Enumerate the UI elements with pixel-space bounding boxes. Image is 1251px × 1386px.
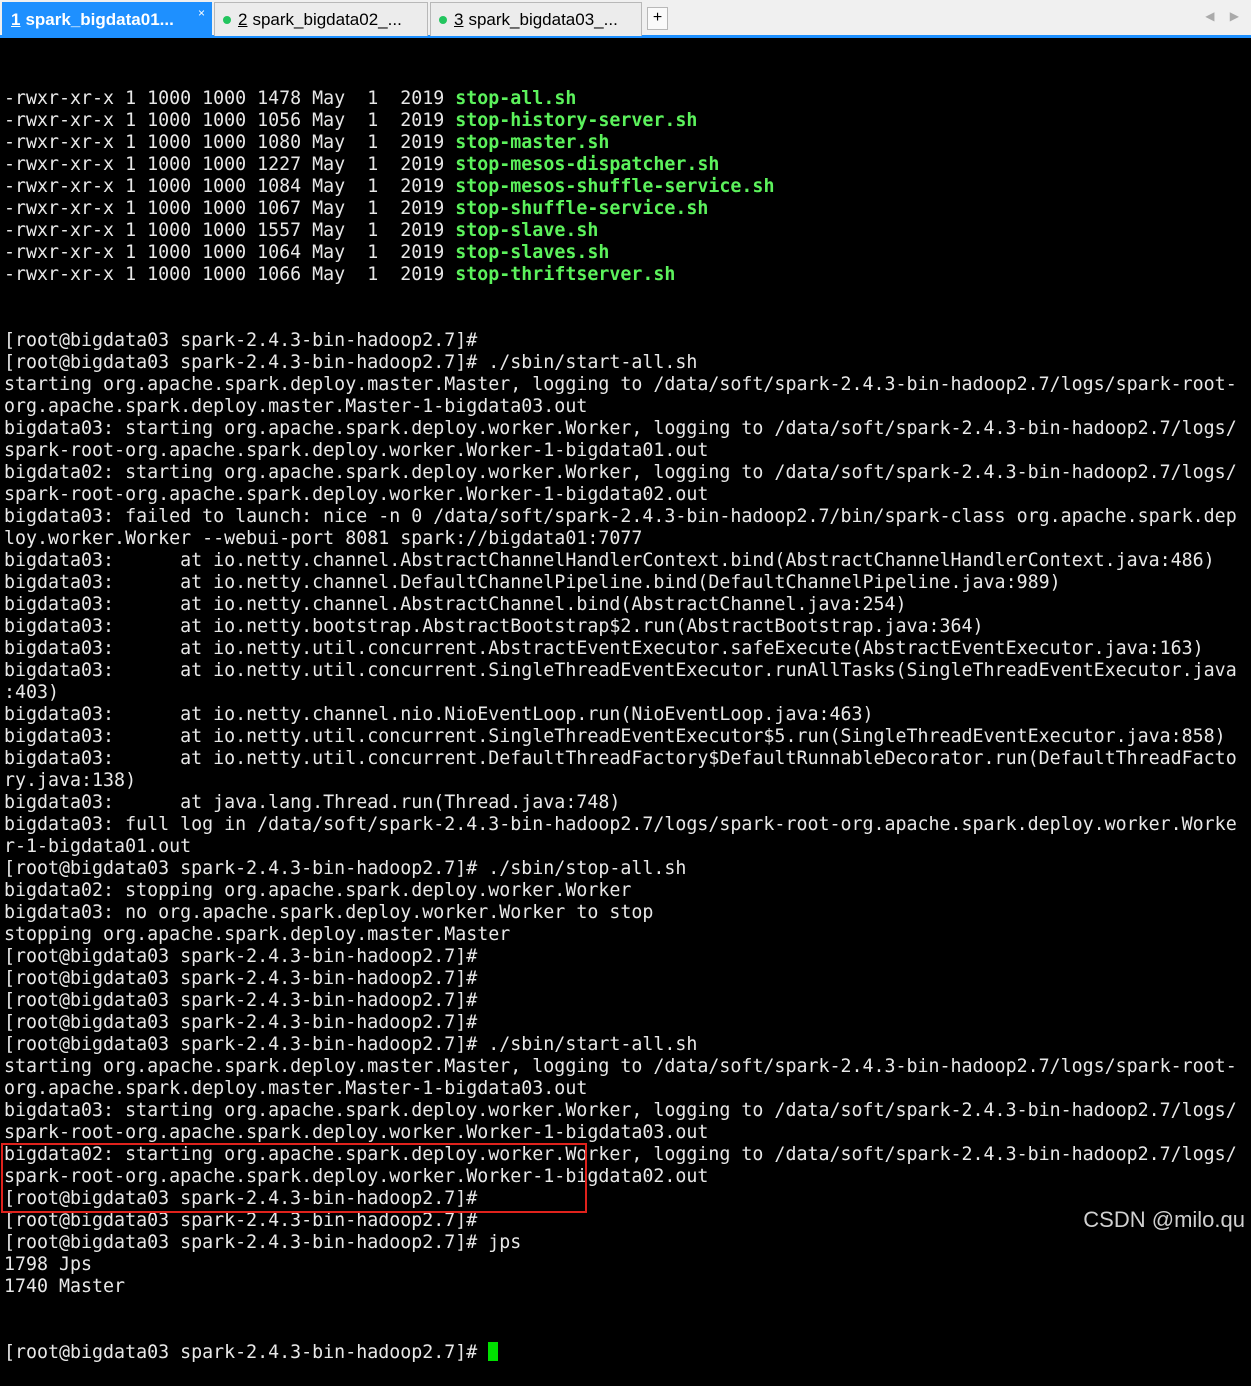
terminal-line: bigdata03: at io.netty.channel.nio.NioEv… [4, 704, 874, 725]
tab-label: spark_bigdata02_... [252, 9, 402, 29]
terminal-line: bigdata03: at io.netty.bootstrap.Abstrac… [4, 616, 984, 637]
terminal-line: bigdata03: at io.netty.channel.AbstractC… [4, 594, 907, 615]
terminal-line: [root@bigdata03 spark-2.4.3-bin-hadoop2.… [4, 330, 478, 351]
text-cursor [488, 1342, 499, 1361]
file-listing-row: -rwxr-xr-x 1 1000 1000 1478 May 1 2019 s… [0, 88, 1251, 110]
file-attributes: -rwxr-xr-x 1 1000 1000 1557 May 1 2019 [4, 220, 456, 241]
file-listing: -rwxr-xr-x 1 1000 1000 1478 May 1 2019 s… [0, 88, 1251, 286]
tab-label: spark_bigdata01... [25, 9, 174, 29]
terminal-line: bigdata03: at io.netty.util.concurrent.S… [4, 726, 1226, 747]
terminal-line: stopping org.apache.spark.deploy.master.… [4, 924, 511, 945]
tab-scroll-arrows-icon[interactable]: ◀ ▶ [1205, 9, 1245, 23]
terminal-line: bigdata02: starting org.apache.spark.dep… [4, 462, 1237, 483]
terminal-line: bigdata03: starting org.apache.spark.dep… [4, 1100, 1237, 1121]
tab-session-1[interactable]: 1 spark_bigdata01... × [2, 2, 212, 36]
terminal-line: 1740 Master [4, 1276, 126, 1297]
terminal-line: starting org.apache.spark.deploy.master.… [4, 374, 1237, 395]
terminal-line: [root@bigdata03 spark-2.4.3-bin-hadoop2.… [4, 1232, 522, 1253]
terminal-line: r-1-bigdata01.out [4, 836, 192, 857]
file-listing-row: -rwxr-xr-x 1 1000 1000 1067 May 1 2019 s… [0, 198, 1251, 220]
terminal-line: bigdata03: at io.netty.channel.DefaultCh… [4, 572, 1061, 593]
terminal-line: starting org.apache.spark.deploy.master.… [4, 1056, 1237, 1077]
file-attributes: -rwxr-xr-x 1 1000 1000 1227 May 1 2019 [4, 154, 456, 175]
file-attributes: -rwxr-xr-x 1 1000 1000 1080 May 1 2019 [4, 132, 456, 153]
file-attributes: -rwxr-xr-x 1 1000 1000 1084 May 1 2019 [4, 176, 456, 197]
terminal-line: 1798 Jps [4, 1254, 93, 1275]
terminal-line: loy.worker.Worker --webui-port 8081 spar… [4, 528, 643, 549]
terminal-line: bigdata03: full log in /data/soft/spark-… [4, 814, 1237, 835]
tab-number: 2 [238, 9, 248, 29]
tab-number: 1 [11, 9, 21, 29]
terminal-line: [root@bigdata03 spark-2.4.3-bin-hadoop2.… [4, 1210, 478, 1231]
terminal-line: bigdata03: failed to launch: nice -n 0 /… [4, 506, 1237, 527]
terminal-line: bigdata03: at io.netty.util.concurrent.A… [4, 638, 1204, 659]
file-listing-row: -rwxr-xr-x 1 1000 1000 1557 May 1 2019 s… [0, 220, 1251, 242]
terminal-line: [root@bigdata03 spark-2.4.3-bin-hadoop2.… [4, 352, 698, 373]
connected-status-icon [223, 15, 231, 24]
executable-filename: stop-mesos-dispatcher.sh [455, 154, 720, 175]
terminal-line: spark-root-org.apache.spark.deploy.worke… [4, 1122, 709, 1143]
annotation-highlight-box [1, 1143, 587, 1213]
executable-filename: stop-all.sh [455, 88, 577, 109]
watermark: CSDN @milo.qu [1083, 1207, 1245, 1232]
executable-filename: stop-mesos-shuffle-service.sh [455, 176, 775, 197]
tab-label: spark_bigdata03_... [468, 9, 618, 29]
file-attributes: -rwxr-xr-x 1 1000 1000 1478 May 1 2019 [4, 88, 456, 109]
connected-status-icon [439, 15, 447, 24]
add-tab-button[interactable]: + [647, 7, 668, 30]
tab-bar: 1 spark_bigdata01... × 2 spark_bigdata02… [0, 0, 1251, 38]
terminal-line: org.apache.spark.deploy.master.Master-1-… [4, 396, 588, 417]
file-listing-row: -rwxr-xr-x 1 1000 1000 1080 May 1 2019 s… [0, 132, 1251, 154]
terminal-line: [root@bigdata03 spark-2.4.3-bin-hadoop2.… [4, 1034, 698, 1055]
terminal-line: bigdata03: at io.netty.util.concurrent.D… [4, 748, 1237, 769]
executable-filename: stop-history-server.sh [455, 110, 698, 131]
file-attributes: -rwxr-xr-x 1 1000 1000 1066 May 1 2019 [4, 264, 456, 285]
executable-filename: stop-master.sh [455, 132, 610, 153]
terminal-line: [root@bigdata03 spark-2.4.3-bin-hadoop2.… [4, 946, 478, 967]
terminal-line: :403) [4, 682, 60, 703]
terminal-line: bigdata03: at io.netty.util.concurrent.S… [4, 660, 1237, 681]
terminal-line: bigdata03: starting org.apache.spark.dep… [4, 418, 1237, 439]
terminal-line: [root@bigdata03 spark-2.4.3-bin-hadoop2.… [4, 968, 478, 989]
terminal-line: bigdata03: no org.apache.spark.deploy.wo… [4, 902, 654, 923]
executable-filename: stop-thriftserver.sh [455, 264, 676, 285]
file-listing-row: -rwxr-xr-x 1 1000 1000 1064 May 1 2019 s… [0, 242, 1251, 264]
executable-filename: stop-shuffle-service.sh [455, 198, 709, 219]
terminal-line: [root@bigdata03 spark-2.4.3-bin-hadoop2.… [4, 1012, 478, 1033]
terminal-line: spark-root-org.apache.spark.deploy.worke… [4, 440, 709, 461]
terminal-line: bigdata03: at java.lang.Thread.run(Threa… [4, 792, 621, 813]
executable-filename: stop-slaves.sh [455, 242, 610, 263]
tab-session-2[interactable]: 2 spark_bigdata02_... [214, 2, 428, 36]
file-listing-row: -rwxr-xr-x 1 1000 1000 1056 May 1 2019 s… [0, 110, 1251, 132]
file-listing-row: -rwxr-xr-x 1 1000 1000 1227 May 1 2019 s… [0, 154, 1251, 176]
terminal-line: bigdata02: stopping org.apache.spark.dep… [4, 880, 632, 901]
file-attributes: -rwxr-xr-x 1 1000 1000 1067 May 1 2019 [4, 198, 456, 219]
terminal-line: org.apache.spark.deploy.master.Master-1-… [4, 1078, 588, 1099]
terminal-line: ry.java:138) [4, 770, 137, 791]
tab-session-3[interactable]: 3 spark_bigdata03_... [430, 2, 642, 36]
file-listing-row: -rwxr-xr-x 1 1000 1000 1084 May 1 2019 s… [0, 176, 1251, 198]
tab-number: 3 [454, 9, 464, 29]
terminal-line: bigdata03: at io.netty.channel.AbstractC… [4, 550, 1215, 571]
current-prompt-line[interactable]: [root@bigdata03 spark-2.4.3-bin-hadoop2.… [0, 1342, 1251, 1364]
shell-prompt: [root@bigdata03 spark-2.4.3-bin-hadoop2.… [4, 1342, 489, 1363]
file-attributes: -rwxr-xr-x 1 1000 1000 1064 May 1 2019 [4, 242, 456, 263]
file-listing-row: -rwxr-xr-x 1 1000 1000 1066 May 1 2019 s… [0, 264, 1251, 286]
executable-filename: stop-slave.sh [455, 220, 599, 241]
terminal-line: spark-root-org.apache.spark.deploy.worke… [4, 484, 709, 505]
file-attributes: -rwxr-xr-x 1 1000 1000 1056 May 1 2019 [4, 110, 456, 131]
terminal-line: [root@bigdata03 spark-2.4.3-bin-hadoop2.… [4, 990, 478, 1011]
close-icon[interactable]: × [198, 6, 205, 20]
terminal-line: [root@bigdata03 spark-2.4.3-bin-hadoop2.… [4, 858, 687, 879]
